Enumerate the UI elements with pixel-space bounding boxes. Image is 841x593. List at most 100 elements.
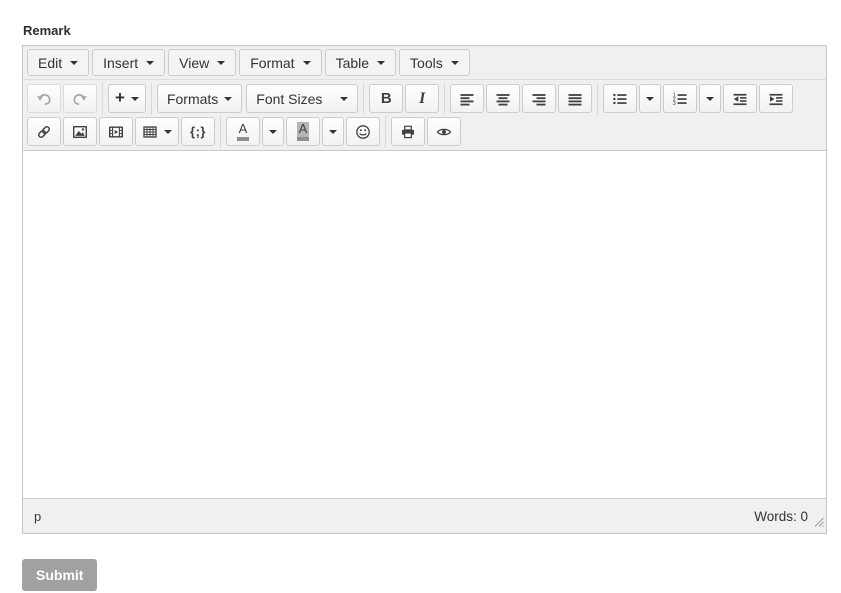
resize-grip-icon	[814, 517, 824, 527]
menu-edit-label: Edit	[38, 54, 63, 71]
chevron-down-icon	[130, 96, 139, 101]
menu-table-label: Table	[335, 54, 370, 71]
numbered-list-icon: 123	[673, 92, 687, 107]
chevron-down-icon	[302, 60, 311, 65]
editor-content-area[interactable]	[23, 150, 826, 498]
media-icon	[109, 126, 124, 138]
indent-button[interactable]	[759, 84, 794, 113]
numbered-list-button[interactable]: 123	[663, 84, 698, 113]
align-right-icon	[532, 93, 546, 105]
link-button[interactable]	[27, 117, 61, 146]
numbered-list-caret-button[interactable]	[699, 84, 722, 113]
outdent-button[interactable]	[723, 84, 758, 113]
formats-dropdown[interactable]: Formats	[156, 84, 243, 113]
toolbar-separator	[363, 82, 365, 115]
menu-format[interactable]: Format	[239, 49, 322, 76]
menu-view-label: View	[179, 54, 210, 71]
chevron-down-icon	[70, 60, 79, 65]
table-icon	[143, 125, 157, 138]
code-sample-icon: {;}	[190, 124, 206, 139]
emoticon-icon	[356, 124, 370, 139]
align-center-icon	[496, 93, 510, 105]
toolbar-row-1: + Formats Font Sizes B I 1 2 3	[23, 80, 826, 115]
indent-icon	[769, 93, 783, 105]
chevron-down-icon	[224, 96, 233, 101]
align-right-button[interactable]	[522, 84, 557, 113]
submit-button[interactable]: Submit	[22, 559, 98, 591]
word-count: Words: 0	[754, 508, 808, 524]
toolbar-separator	[220, 115, 221, 148]
table-split-button[interactable]	[135, 117, 179, 146]
svg-text:3: 3	[673, 101, 676, 107]
italic-button[interactable]: I	[405, 84, 440, 113]
emoticons-button[interactable]	[346, 117, 380, 146]
menu-tools-label: Tools	[410, 54, 443, 71]
bullet-list-caret-button[interactable]	[639, 84, 662, 113]
align-left-icon	[460, 93, 474, 105]
menu-insert-label: Insert	[103, 54, 139, 71]
editor-statusbar: p Words: 0	[23, 498, 826, 533]
preview-button[interactable]	[427, 117, 461, 146]
chevron-down-icon	[217, 60, 226, 65]
bullet-list-button[interactable]	[603, 84, 638, 113]
chevron-down-icon	[377, 60, 386, 65]
print-icon	[402, 125, 414, 138]
italic-icon: I	[419, 89, 426, 107]
menu-view[interactable]: View	[168, 49, 237, 76]
chevron-down-icon	[706, 96, 715, 101]
menu-edit[interactable]: Edit	[27, 49, 90, 76]
text-color-icon: A	[236, 121, 250, 142]
link-icon	[38, 125, 50, 138]
background-color-button[interactable]: A	[286, 117, 320, 146]
insert-plus-split-button[interactable]: +	[108, 84, 146, 113]
menu-insert[interactable]: Insert	[92, 49, 166, 76]
preview-eye-icon	[436, 128, 452, 135]
image-icon	[73, 125, 88, 138]
code-sample-button[interactable]: {;}	[181, 117, 215, 146]
toolbar-separator	[444, 82, 446, 115]
outdent-icon	[733, 93, 747, 105]
field-label: Remark	[23, 23, 71, 38]
background-color-caret-button[interactable]	[322, 117, 344, 146]
redo-button[interactable]	[63, 84, 97, 113]
editor-menubar: Edit Insert View Format Table Tools	[23, 46, 826, 80]
undo-icon	[37, 93, 51, 105]
menu-format-label: Format	[250, 54, 295, 71]
align-center-button[interactable]	[486, 84, 521, 113]
rich-text-editor: Edit Insert View Format Table Tools + Fo…	[22, 45, 827, 534]
menu-table[interactable]: Table	[324, 49, 397, 76]
background-color-icon: A	[296, 121, 310, 142]
toolbar-separator	[102, 82, 103, 115]
media-button[interactable]	[99, 117, 133, 146]
chevron-down-icon	[450, 60, 459, 65]
page: Remark Edit Insert View Format Table Too…	[0, 0, 841, 591]
chevron-down-icon	[164, 129, 172, 134]
plus-icon: +	[115, 88, 125, 107]
justify-icon	[568, 93, 582, 105]
bullet-list-icon	[613, 93, 627, 104]
align-left-button[interactable]	[450, 84, 485, 113]
toolbar-separator	[597, 82, 599, 115]
element-path[interactable]: p	[34, 509, 41, 524]
toolbar-separator	[150, 82, 152, 115]
resize-handle[interactable]	[813, 514, 824, 532]
bold-icon: B	[380, 90, 392, 107]
redo-icon	[73, 93, 87, 105]
justify-button[interactable]	[558, 84, 593, 113]
font-sizes-dropdown[interactable]: Font Sizes	[246, 84, 359, 113]
chevron-down-icon	[340, 96, 349, 101]
undo-button[interactable]	[27, 84, 61, 113]
formats-label: Formats	[166, 90, 219, 107]
text-color-button[interactable]: A	[226, 117, 260, 146]
bold-button[interactable]: B	[369, 84, 404, 113]
print-button[interactable]	[391, 117, 425, 146]
menu-tools[interactable]: Tools	[399, 49, 470, 76]
font-sizes-label: Font Sizes	[256, 90, 323, 107]
toolbar-separator	[385, 115, 386, 148]
chevron-down-icon	[146, 60, 155, 65]
chevron-down-icon	[646, 96, 655, 101]
text-color-caret-button[interactable]	[262, 117, 284, 146]
image-button[interactable]	[63, 117, 97, 146]
chevron-down-icon	[329, 129, 337, 134]
toolbar-row-2: {;} A A	[23, 115, 826, 150]
